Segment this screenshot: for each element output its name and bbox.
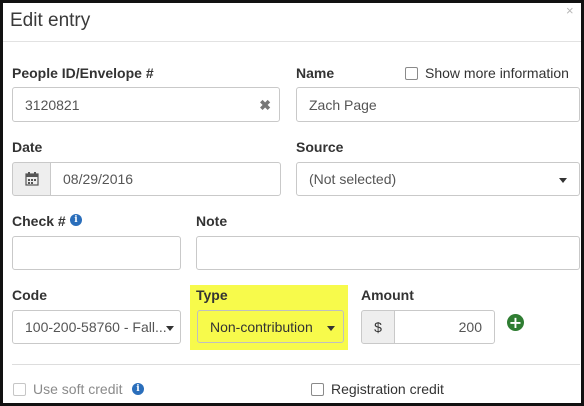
clear-icon[interactable]: ✖ xyxy=(259,97,271,114)
date-label: Date xyxy=(12,139,43,155)
note-label: Note xyxy=(196,213,228,229)
people-id-value: 3120821 xyxy=(25,96,80,113)
edit-entry-modal: Edit entry × People ID/Envelope # 312082… xyxy=(0,0,584,406)
show-more-label: Show more information xyxy=(425,65,569,81)
amount-input[interactable]: 200 xyxy=(394,310,495,344)
soft-credit-label: Use soft credit xyxy=(33,381,123,397)
soft-credit-checkbox[interactable] xyxy=(13,383,26,396)
footer-divider xyxy=(12,364,580,365)
amount-label: Amount xyxy=(361,287,414,303)
code-value: 100-200-58760 - Fall... xyxy=(25,319,167,335)
chevron-down-icon xyxy=(166,326,174,331)
plus-circle-icon[interactable]: + xyxy=(507,314,524,331)
show-more-checkbox[interactable] xyxy=(405,67,418,80)
people-id-input[interactable]: 3120821 ✖ xyxy=(12,87,280,122)
name-label: Name xyxy=(296,65,335,81)
people-id-label: People ID/Envelope # xyxy=(12,65,154,81)
date-input[interactable]: 08/29/2016 xyxy=(50,162,281,196)
type-value: Non-contribution xyxy=(210,318,313,335)
source-select[interactable]: (Not selected) xyxy=(296,162,580,196)
info-icon[interactable]: i xyxy=(70,214,82,226)
registration-credit-checkbox[interactable] xyxy=(311,383,324,396)
code-label: Code xyxy=(12,287,47,303)
check-label: Check # xyxy=(12,213,66,229)
header-divider xyxy=(3,41,581,42)
check-input[interactable] xyxy=(12,236,181,270)
amount-value: 200 xyxy=(458,319,482,335)
source-value: (Not selected) xyxy=(309,171,397,187)
type-label: Type xyxy=(196,287,228,303)
source-label: Source xyxy=(296,139,344,155)
name-value: Zach Page xyxy=(309,96,377,113)
info-icon[interactable]: i xyxy=(132,383,144,395)
date-addon[interactable] xyxy=(12,162,51,196)
type-dropdown-button[interactable]: Non-contribution xyxy=(197,310,344,343)
code-select[interactable]: 100-200-58760 - Fall... xyxy=(12,310,181,344)
registration-credit-label: Registration credit xyxy=(331,381,444,397)
chevron-down-icon xyxy=(559,178,567,183)
currency-addon: $ xyxy=(361,310,395,344)
note-input[interactable] xyxy=(196,236,580,270)
modal-title: Edit entry xyxy=(10,10,91,31)
close-icon[interactable]: × xyxy=(566,3,574,18)
calendar-icon xyxy=(24,172,39,186)
date-value: 08/29/2016 xyxy=(63,171,134,187)
name-input[interactable]: Zach Page xyxy=(296,87,580,122)
chevron-down-icon xyxy=(327,326,335,331)
